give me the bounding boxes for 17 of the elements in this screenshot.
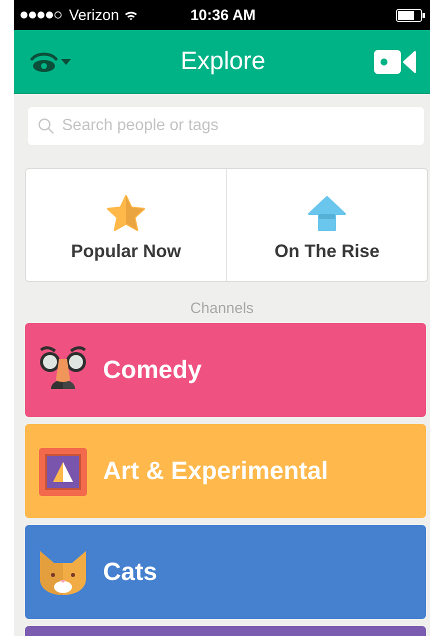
section-heading: Channels xyxy=(189,300,255,317)
wifi-icon xyxy=(124,10,138,20)
star-icon xyxy=(106,194,146,232)
carrier-name: Verizon xyxy=(69,6,120,24)
picture-frame-icon xyxy=(37,446,89,496)
caret-icon xyxy=(61,58,71,64)
signal-icon xyxy=(20,11,64,19)
battery-icon xyxy=(396,8,426,22)
header-title: Explore xyxy=(180,47,266,76)
channel-button[interactable]: Cats xyxy=(25,525,426,619)
featured-button[interactable]: Popular Now xyxy=(26,169,226,281)
channel-button[interactable]: Comedy xyxy=(25,323,426,417)
eye-icon xyxy=(30,50,58,72)
status-time: 10:36 AM xyxy=(190,6,256,24)
up-arrow-icon xyxy=(307,194,347,232)
featured-button[interactable]: On The Rise xyxy=(226,169,427,281)
search-field[interactable]: Search people or tags xyxy=(28,107,424,145)
